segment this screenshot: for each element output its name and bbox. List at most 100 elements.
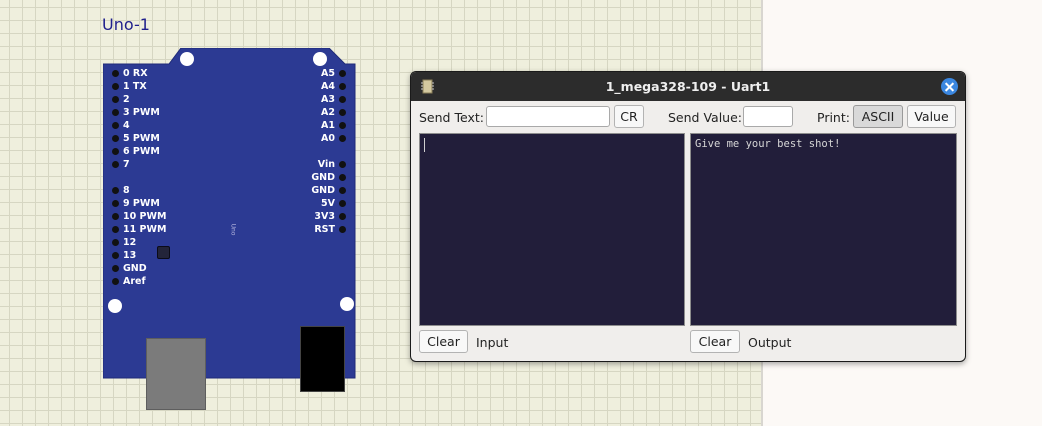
pin-8[interactable]: 8: [103, 184, 193, 197]
output-label: Output: [748, 335, 792, 350]
pin-a4[interactable]: A4: [293, 80, 355, 93]
cr-button[interactable]: CR: [614, 105, 644, 128]
pin-5[interactable]: 5 PWM: [103, 132, 193, 145]
pin-dot[interactable]: [112, 148, 119, 155]
pin-dot[interactable]: [112, 278, 119, 285]
pin-dot[interactable]: [112, 135, 119, 142]
text-caret: [424, 138, 425, 152]
pin-dot[interactable]: [339, 96, 346, 103]
pin-a5[interactable]: A5: [293, 67, 355, 80]
pin-9[interactable]: 9 PWM: [103, 197, 193, 210]
pin-gnd[interactable]: GND: [293, 184, 355, 197]
pin-dot[interactable]: [112, 213, 119, 220]
pin-a2[interactable]: A2: [293, 106, 355, 119]
clear-output-button[interactable]: Clear: [690, 330, 740, 353]
pin-dot[interactable]: [112, 161, 119, 168]
pin-dot[interactable]: [339, 70, 346, 77]
pin-label: 13: [123, 250, 137, 261]
ascii-button[interactable]: ASCII: [853, 105, 903, 128]
pin-label: 10 PWM: [123, 211, 167, 222]
arduino-uno-board[interactable]: 0 RX 1 TX 2 3 PWM 4 5 PWM 6 PWM 7 8 9 PWM 10 PWM 11…: [103, 48, 359, 410]
pin-label: 3V3: [314, 211, 335, 222]
input-terminal[interactable]: [419, 133, 685, 326]
close-icon[interactable]: [941, 78, 958, 95]
pin-label: 2: [123, 94, 130, 105]
pin-5v[interactable]: 5V: [293, 197, 355, 210]
pin-4[interactable]: 4: [103, 119, 193, 132]
pin-a1[interactable]: A1: [293, 119, 355, 132]
pin-7[interactable]: 7: [103, 158, 193, 171]
component-label[interactable]: Uno-1: [102, 15, 150, 34]
pin-label: GND: [123, 263, 147, 274]
pin-vin[interactable]: Vin: [293, 158, 355, 171]
pin-dot[interactable]: [339, 213, 346, 220]
window-title: 1_mega328-109 - Uart1: [605, 79, 771, 94]
pin-label: A5: [321, 68, 335, 79]
pin-10[interactable]: 10 PWM: [103, 210, 193, 223]
pin-13[interactable]: 13: [103, 249, 193, 262]
pin-label: 5 PWM: [123, 133, 160, 144]
pin-gnd[interactable]: GND: [293, 171, 355, 184]
pin-a3[interactable]: A3: [293, 93, 355, 106]
pin-dot[interactable]: [339, 83, 346, 90]
pin-aref[interactable]: Aref: [103, 275, 193, 288]
pin-dot[interactable]: [112, 265, 119, 272]
pin-a0[interactable]: A0: [293, 132, 355, 145]
reset-button[interactable]: [157, 246, 170, 259]
pin-label: 6 PWM: [123, 146, 160, 157]
pin-label: A3: [321, 94, 335, 105]
pin-0[interactable]: 0 RX: [103, 67, 193, 80]
uart-titlebar[interactable]: 1_mega328-109 - Uart1: [411, 72, 965, 101]
pin-dot[interactable]: [112, 226, 119, 233]
pin-gnd[interactable]: GND: [103, 262, 193, 275]
value-button[interactable]: Value: [907, 105, 956, 128]
uart-terminal-window: 1_mega328-109 - Uart1 Send Text: CR Send…: [410, 71, 966, 362]
pin-dot[interactable]: [112, 122, 119, 129]
pin-dot[interactable]: [339, 200, 346, 207]
power-jack: [300, 326, 345, 392]
pin-label: A1: [321, 120, 335, 131]
pin-label: A2: [321, 107, 335, 118]
pin-rst[interactable]: RST: [293, 223, 355, 236]
pin-label: 5V: [321, 198, 335, 209]
pin-2[interactable]: 2: [103, 93, 193, 106]
pin-dot[interactable]: [339, 109, 346, 116]
pin-11[interactable]: 11 PWM: [103, 223, 193, 236]
pin-label: 3 PWM: [123, 107, 160, 118]
send-text-label: Send Text:: [419, 110, 484, 125]
pin-dot[interactable]: [112, 70, 119, 77]
pin-6[interactable]: 6 PWM: [103, 145, 193, 158]
pin-12[interactable]: 12: [103, 236, 193, 249]
pin-3[interactable]: 3 PWM: [103, 106, 193, 119]
pin-dot[interactable]: [112, 96, 119, 103]
pin-label: 8: [123, 185, 130, 196]
pin-3v3[interactable]: 3V3: [293, 210, 355, 223]
pin-label: Vin: [317, 159, 335, 170]
pin-label: GND: [311, 185, 335, 196]
output-terminal-text: Give me your best shot!: [695, 138, 841, 150]
pin-dot[interactable]: [112, 252, 119, 259]
pin-dot[interactable]: [112, 239, 119, 246]
pin-dot[interactable]: [339, 161, 346, 168]
send-text-input[interactable]: [486, 106, 610, 127]
pin-dot[interactable]: [339, 187, 346, 194]
pin-1[interactable]: 1 TX: [103, 80, 193, 93]
pin-dot[interactable]: [339, 135, 346, 142]
pin-dot[interactable]: [112, 187, 119, 194]
pin-label: 12: [123, 237, 137, 248]
pin-label: GND: [311, 172, 335, 183]
pin-dot[interactable]: [339, 174, 346, 181]
output-terminal[interactable]: Give me your best shot!: [690, 133, 957, 326]
pin-dot[interactable]: [339, 226, 346, 233]
pin-label: 11 PWM: [123, 224, 167, 235]
pin-dot[interactable]: [112, 83, 119, 90]
pin-label: 7: [123, 159, 130, 170]
pin-label: A4: [321, 81, 335, 92]
send-value-label: Send Value:: [668, 110, 742, 125]
pin-dot[interactable]: [112, 200, 119, 207]
clear-input-button[interactable]: Clear: [419, 330, 468, 353]
pin-dot[interactable]: [112, 109, 119, 116]
pin-dot[interactable]: [339, 122, 346, 129]
usb-connector: [146, 338, 206, 410]
send-value-input[interactable]: [743, 106, 793, 127]
